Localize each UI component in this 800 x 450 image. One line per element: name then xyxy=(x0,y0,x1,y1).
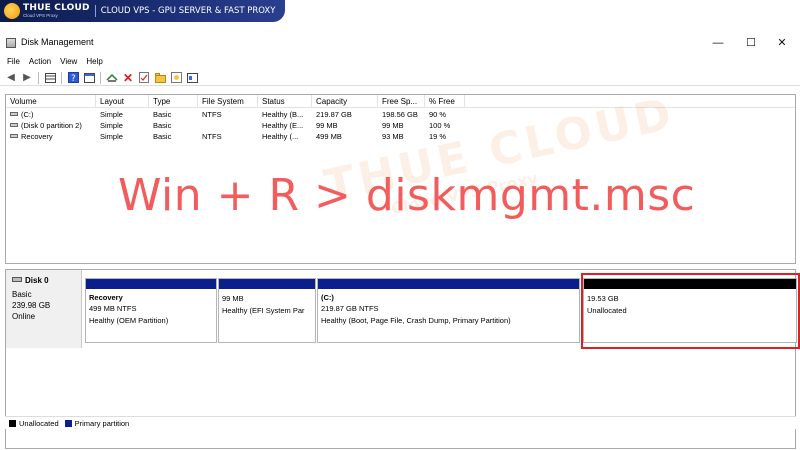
volume-name: (Disk 0 partition 2) xyxy=(21,121,82,130)
menu-bar: File Action View Help xyxy=(0,55,103,69)
volume-layout: Simple xyxy=(100,121,123,130)
toolbar-divider xyxy=(100,71,101,84)
back-icon[interactable]: ◀ xyxy=(5,72,17,84)
partition-recovery[interactable]: Recovery 499 MB NTFS Healthy (OEM Partit… xyxy=(85,278,217,343)
volume-status: Healthy (E... xyxy=(262,121,304,130)
forward-icon[interactable]: ▶ xyxy=(21,72,33,84)
column-layout[interactable]: Layout xyxy=(96,95,149,108)
volume-free-space: 99 MB xyxy=(382,121,404,130)
partition-status: Healthy (OEM Partition) xyxy=(89,316,169,325)
instruction-overlay-text: Win + R > diskmgmt.msc xyxy=(118,170,696,221)
toolbar: ◀ ▶ ? ✕ xyxy=(0,70,800,86)
disk-name: Disk 0 xyxy=(25,276,49,285)
legend-primary-partition: Primary partition xyxy=(74,418,130,428)
close-button[interactable]: ✕ xyxy=(768,35,796,51)
legend-bar: Unallocated Primary partition xyxy=(5,416,796,429)
column-percent-free[interactable]: % Free xyxy=(425,95,465,108)
disk-management-icon xyxy=(6,38,16,48)
column-type[interactable]: Type xyxy=(149,95,198,108)
column-status[interactable]: Status xyxy=(258,95,312,108)
unallocated-swatch xyxy=(9,419,16,427)
banner-tagline: CLOUD VPS - GPU SERVER & FAST PROXY xyxy=(100,6,276,16)
volume-file-system xyxy=(198,120,258,131)
menu-help[interactable]: Help xyxy=(86,55,102,69)
folder-icon[interactable] xyxy=(154,72,166,84)
primary-partition-bar xyxy=(318,279,579,289)
volume-type: Basic xyxy=(153,110,172,119)
connect-icon[interactable] xyxy=(106,72,118,84)
volume-layout: Simple xyxy=(100,110,123,119)
cloud-logo-icon xyxy=(4,3,20,19)
volume-file-system: NTFS xyxy=(202,110,222,119)
partition-status: Healthy (EFI System Par xyxy=(222,306,305,315)
volume-icon xyxy=(10,112,18,116)
partition-size: 219.87 GB NTFS xyxy=(321,304,379,313)
disk-status: Online xyxy=(12,312,36,321)
partition-size: 499 MB NTFS xyxy=(89,304,137,313)
partition-status: Healthy (Boot, Page File, Crash Dump, Pr… xyxy=(321,316,511,325)
column-file-system[interactable]: File System xyxy=(198,95,258,108)
unallocated-highlight-box xyxy=(581,273,800,349)
check-icon[interactable] xyxy=(138,72,150,84)
settings-icon[interactable] xyxy=(186,72,198,84)
primary-partition-bar xyxy=(86,279,216,289)
volume-layout: Simple xyxy=(100,132,123,141)
volume-type: Basic xyxy=(153,132,172,141)
column-free-space[interactable]: Free Sp... xyxy=(378,95,425,108)
title-bar: Disk Management — ☐ ✕ xyxy=(0,33,800,53)
partition-c[interactable]: (C:) 219.87 GB NTFS Healthy (Boot, Page … xyxy=(317,278,580,343)
window-title: Disk Management xyxy=(21,37,94,47)
column-capacity[interactable]: Capacity xyxy=(312,95,378,108)
minimize-button[interactable]: — xyxy=(704,35,732,51)
menu-action[interactable]: Action xyxy=(29,55,51,69)
rescan-icon[interactable] xyxy=(170,72,182,84)
delete-icon[interactable]: ✕ xyxy=(122,72,134,84)
volume-capacity: 499 MB xyxy=(316,132,342,141)
partition-name: (C:) xyxy=(321,293,334,302)
menu-view[interactable]: View xyxy=(60,55,77,69)
volume-capacity: 219.87 GB xyxy=(316,110,352,119)
disk-0-label[interactable]: Disk 0 Basic 239.98 GB Online xyxy=(6,270,82,348)
column-volume[interactable]: Volume xyxy=(6,95,96,108)
volume-percent-free: 90 % xyxy=(429,110,447,119)
volume-type: Basic xyxy=(153,121,172,130)
list-view-icon[interactable] xyxy=(44,72,56,84)
volume-capacity: 99 MB xyxy=(316,121,338,130)
hard-disk-icon xyxy=(12,277,22,282)
toolbar-divider xyxy=(61,71,62,84)
banner-divider xyxy=(94,5,96,17)
toolbar-divider xyxy=(38,71,39,84)
volume-file-system: NTFS xyxy=(202,132,222,141)
partition-efi[interactable]: 99 MB Healthy (EFI System Par xyxy=(218,278,316,343)
primary-partition-swatch xyxy=(64,419,72,427)
legend-unallocated: Unallocated xyxy=(19,418,59,428)
partition-name: Recovery xyxy=(89,293,123,302)
volume-icon xyxy=(10,134,18,138)
volume-status: Healthy (... xyxy=(262,132,299,141)
menu-file[interactable]: File xyxy=(7,55,20,69)
disk-type: Basic xyxy=(12,290,32,299)
volume-percent-free: 100 % xyxy=(429,121,451,130)
volume-name: Recovery xyxy=(21,132,53,141)
help-icon[interactable]: ? xyxy=(67,72,79,84)
partition-size: 99 MB xyxy=(222,294,244,303)
volume-free-space: 198.56 GB xyxy=(382,110,418,119)
brand-name: THUE CLOUD Cloud VPS Proxy xyxy=(23,2,90,18)
properties-icon[interactable] xyxy=(83,72,95,84)
maximize-button[interactable]: ☐ xyxy=(737,35,765,51)
volume-name: (C:) xyxy=(21,110,34,119)
disk-size: 239.98 GB xyxy=(12,301,51,310)
brand-banner: THUE CLOUD Cloud VPS Proxy CLOUD VPS - G… xyxy=(0,0,285,22)
volume-icon xyxy=(10,123,18,127)
svg-text:?: ? xyxy=(71,74,76,83)
volume-status: Healthy (B... xyxy=(262,110,304,119)
primary-partition-bar xyxy=(219,279,315,289)
